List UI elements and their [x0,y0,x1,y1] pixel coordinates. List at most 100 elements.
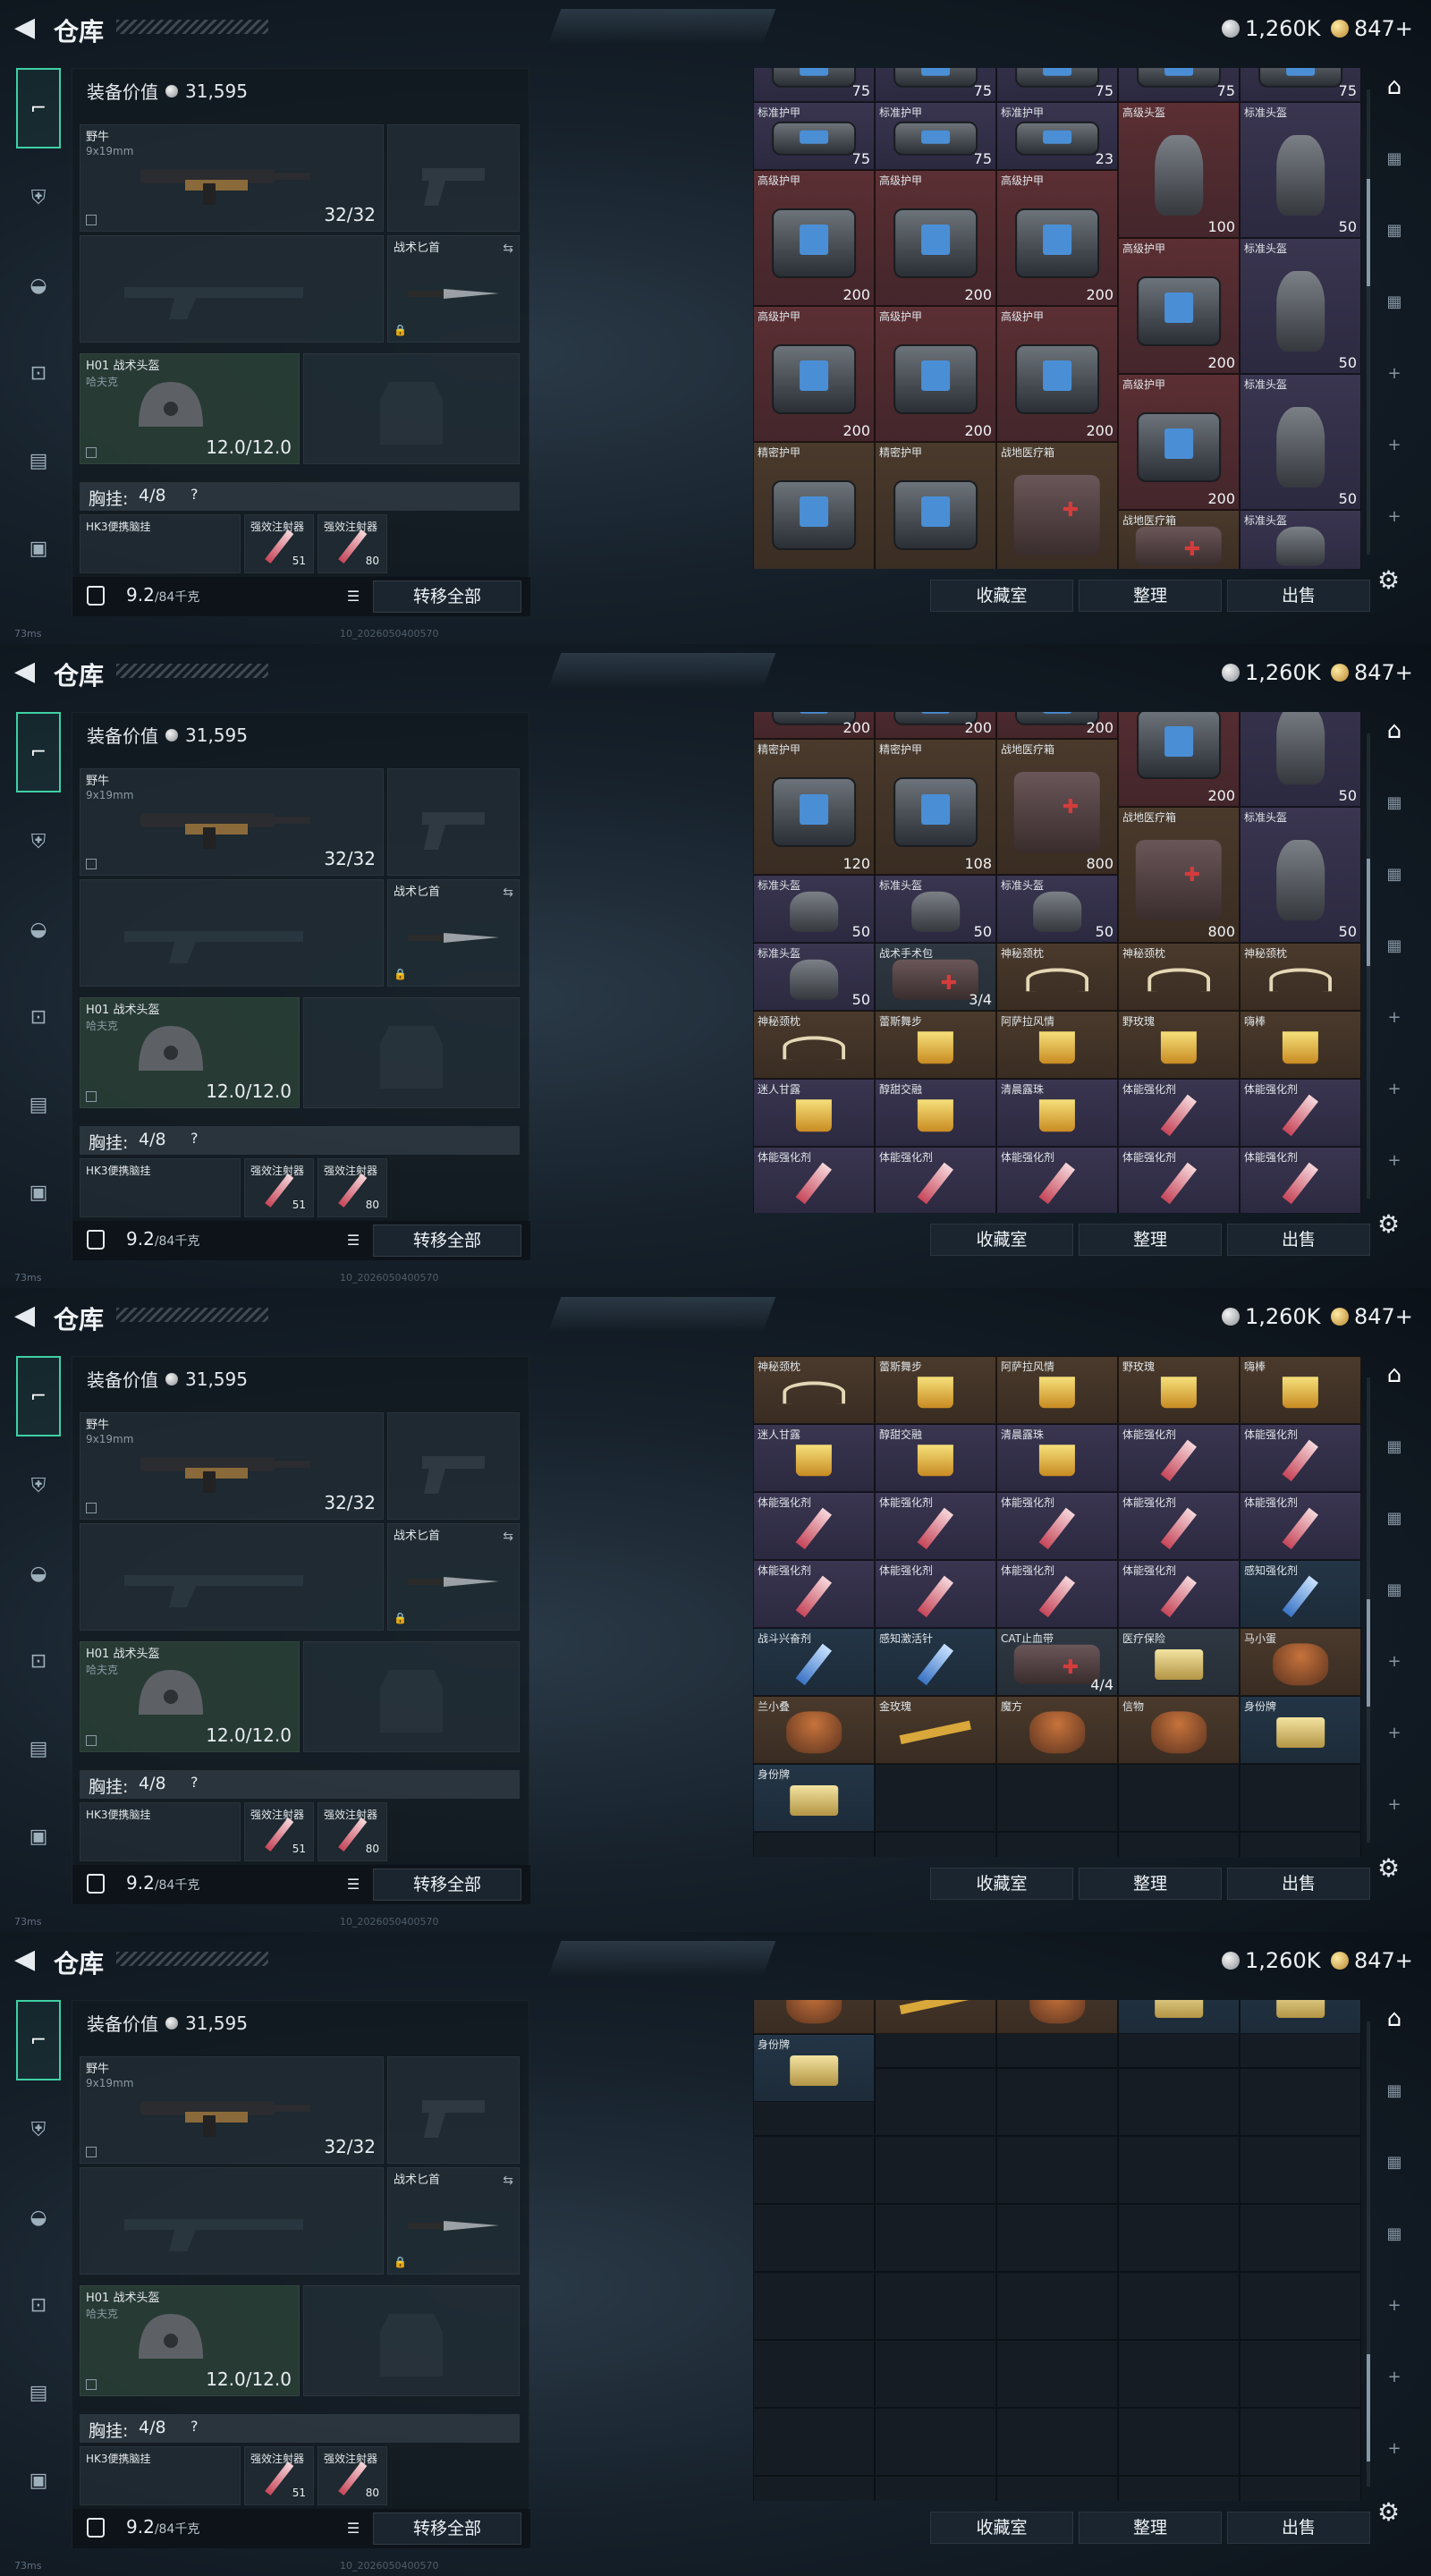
helmet-icon[interactable]: ◒ [18,909,59,950]
stash-item[interactable]: 信物 [1118,1696,1240,1764]
case-icon[interactable]: ▣ [18,2460,59,2501]
stash-item[interactable]: 兰小叠 [753,1696,875,1764]
stash-item[interactable]: 神秘颈枕 [753,1011,875,1080]
scroll-thumb[interactable] [1367,2354,1370,2462]
pistol-slot[interactable] [387,124,520,232]
stash-item[interactable]: 标准护甲75 [753,68,875,102]
rig-item[interactable]: 强效注射器 80 [318,1158,387,1217]
empty-stash-slot[interactable] [996,2068,1118,2136]
storage-tab-icon[interactable]: ▦ [1376,283,1413,320]
organize-button[interactable]: 整理 [1079,2512,1222,2544]
add-storage-icon[interactable]: + [1376,998,1413,1036]
settings-gear-icon[interactable]: ⚙ [1377,565,1400,595]
stash-item[interactable]: 野玫瑰 [1118,1011,1240,1080]
empty-stash-slot[interactable] [1118,2204,1240,2272]
stash-item[interactable]: 标准护甲 23 [996,102,1118,170]
empty-stash-slot[interactable] [1240,2204,1361,2272]
add-storage-icon[interactable]: + [1376,1714,1413,1751]
move-all-button[interactable]: 转移全部 [373,2512,521,2545]
primary-weapon-slot[interactable]: 野牛 9x19mm 32/32 [80,2056,384,2164]
pistol-slot[interactable] [387,2056,520,2164]
chest-rig-icon[interactable]: ▤ [18,1084,59,1125]
stash-item[interactable]: 神秘颈枕 [753,1356,875,1424]
secondary-weapon-slot[interactable] [80,1523,384,1631]
chest-rig-icon[interactable]: ▤ [18,2372,59,2413]
backpack-icon[interactable]: ⊡ [18,2284,59,2326]
help-icon[interactable]: ? [191,2418,199,2435]
stash-item[interactable]: 感知激活针 [875,1628,996,1696]
settings-gear-icon[interactable]: ⚙ [1377,2497,1400,2527]
empty-stash-slot[interactable] [996,2340,1118,2408]
settings-gear-icon[interactable]: ⚙ [1377,1209,1400,1239]
empty-stash-slot[interactable] [753,2272,875,2340]
empty-stash-slot[interactable] [1118,2340,1240,2408]
add-storage-icon[interactable]: + [1376,2429,1413,2467]
rig-item[interactable]: HK3便携脑挂 [80,1802,241,1861]
add-storage-icon[interactable]: + [1376,2286,1413,2324]
stash-scrollbar[interactable] [1367,2021,1370,2487]
empty-stash-slot[interactable] [1240,2068,1361,2136]
add-storage-icon[interactable]: + [1376,1642,1413,1680]
back-arrow-icon[interactable]: ◀ [14,658,41,685]
empty-stash-slot[interactable] [1118,2408,1240,2476]
weapon-icon[interactable]: ⌐ [16,68,61,148]
stash-item[interactable]: 神秘颈枕 [1118,943,1240,1012]
rig-item[interactable]: 强效注射器 51 [244,1802,314,1861]
weapon-icon[interactable]: ⌐ [16,2000,61,2080]
armor-slot[interactable] [303,997,520,1108]
helmet-icon[interactable]: ◒ [18,265,59,306]
settings-gear-icon[interactable]: ⚙ [1377,1853,1400,1883]
stash-item[interactable]: 精密护甲 120 [753,739,875,876]
stash-item[interactable]: 200 [753,712,875,740]
stash-item[interactable]: 魔方 [996,1696,1118,1764]
backpack-icon[interactable]: ⊡ [18,1640,59,1682]
empty-stash-slot[interactable] [753,1832,875,1857]
add-storage-icon[interactable]: + [1376,2358,1413,2395]
empty-stash-slot[interactable] [996,2272,1118,2340]
help-icon[interactable]: ? [191,486,199,503]
rig-item[interactable]: 强效注射器 80 [318,1802,387,1861]
stash-item[interactable]: 体能强化剂 [753,1560,875,1628]
collection-room-button[interactable]: 收藏室 [930,1868,1073,1900]
gold-currency[interactable]: 847+ [1331,660,1413,685]
empty-stash-slot[interactable] [1240,2408,1361,2476]
rig-item[interactable]: HK3便携脑挂 [80,1158,241,1217]
rig-item[interactable]: 强效注射器 51 [244,1158,314,1217]
organize-button[interactable]: 整理 [1079,580,1222,612]
stash-item[interactable]: 战地医疗箱 [1118,510,1240,569]
help-icon[interactable]: ? [191,1774,199,1791]
primary-weapon-slot[interactable]: 野牛 9x19mm 32/32 [80,1412,384,1520]
stash-item[interactable]: 战术手术包 3/4 [875,943,996,1012]
rig-item[interactable]: 强效注射器 80 [318,514,387,573]
stash-item[interactable]: 标准护甲75 [996,68,1118,102]
empty-stash-slot[interactable] [753,2408,875,2476]
stash-item[interactable]: 高级护甲 200 [1118,374,1240,510]
stash-item[interactable]: 标准头盔50 [875,875,996,944]
stash-item[interactable]: 金玫瑰 [875,1696,996,1764]
stash-item[interactable]: 高级护甲 200 [753,170,875,306]
stash-item[interactable]: 迷人甘露 [753,1424,875,1492]
stash-item[interactable] [996,2000,1118,2034]
stash-item[interactable]: 蕾斯舞步 [875,1011,996,1080]
stash-item[interactable] [1240,2000,1361,2034]
move-all-button[interactable]: 转移全部 [373,580,521,613]
stash-item[interactable]: 高级头盔 100 [1118,102,1240,238]
stash-item[interactable]: 标准头盔50 [1240,712,1361,808]
stash-item[interactable]: 身份牌 [753,2034,875,2102]
stash-item[interactable]: 清晨露珠 [996,1424,1118,1492]
stash-item[interactable]: 体能强化剂 [996,1492,1118,1560]
stash-item[interactable]: 标准头盔50 [1240,374,1361,510]
empty-stash-slot[interactable] [1240,1764,1361,1832]
chest-rig-header[interactable]: 胸挂: 4/8 ? [80,1770,520,1799]
helmet-slot[interactable]: H01 战术头盔 哈夫克 12.0/12.0 [80,2285,300,2396]
stash-item[interactable]: 体能强化剂 [1118,1147,1240,1213]
armor-icon[interactable]: ⛨ [18,1465,59,1506]
empty-stash-slot[interactable] [753,2204,875,2272]
gold-currency[interactable]: 847+ [1331,1948,1413,1973]
scroll-thumb[interactable] [1367,179,1370,286]
stash-item[interactable]: 标准头盔50 [753,875,875,944]
vault-icon[interactable]: ⌂ [1376,712,1413,750]
stash-item[interactable]: 标准头盔50 [1240,238,1361,374]
stash-item[interactable]: 高级护甲 200 [875,306,996,442]
empty-stash-slot[interactable] [1240,2340,1361,2408]
